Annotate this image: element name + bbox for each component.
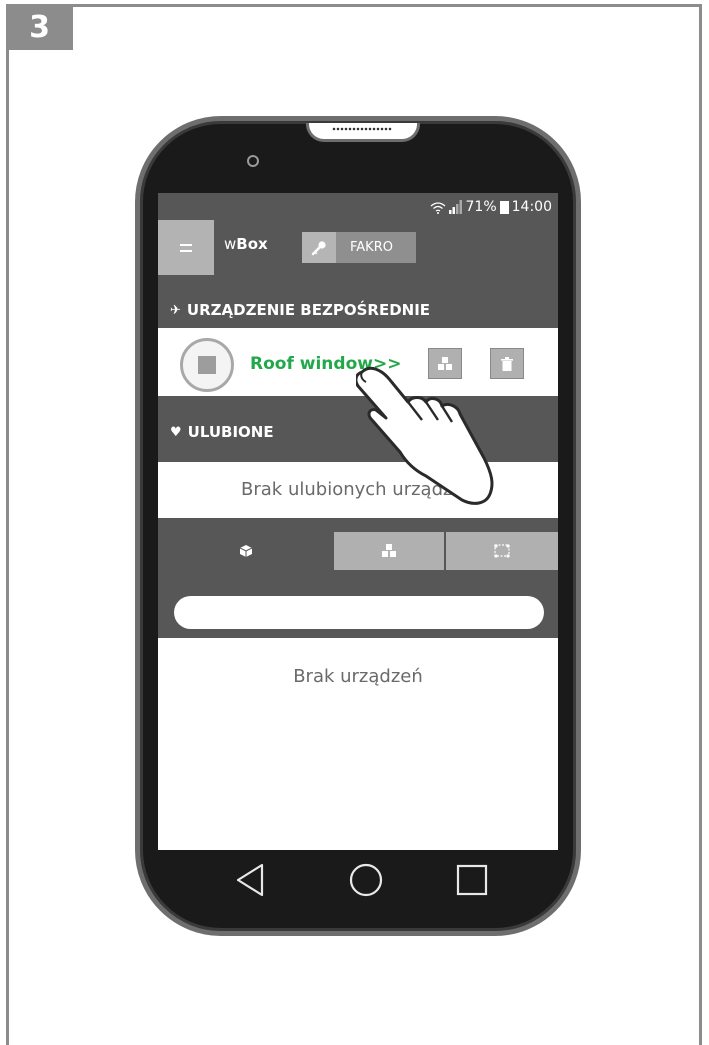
scene-icon [494, 544, 510, 558]
clock: 14:00 [511, 199, 552, 215]
status-bar: 71% 14:00 [430, 199, 552, 215]
wifi-icon [430, 202, 445, 214]
account-label: FAKRO [350, 240, 393, 255]
stop-icon [198, 356, 216, 374]
tap-hand-icon [356, 366, 494, 505]
hamburger-icon [180, 243, 192, 252]
cube-icon [239, 545, 252, 557]
step-number-badge: 3 [6, 4, 73, 50]
stop-button[interactable] [180, 338, 234, 392]
back-button[interactable] [230, 860, 270, 900]
app-header: 71% 14:00 wBox FAKRO ✈ URZĄDZENIE BEZPOŚ… [158, 193, 558, 328]
phone-screen: 71% 14:00 wBox FAKRO ✈ URZĄDZENIE BEZPOŚ… [158, 193, 558, 850]
recents-square-icon [456, 864, 488, 896]
android-nav-bar [158, 850, 558, 910]
key-icon [302, 232, 336, 263]
account-button[interactable]: FAKRO [302, 232, 416, 263]
battery-icon [499, 201, 509, 214]
direct-device-header: ✈ URZĄDZENIE BEZPOŚREDNIE [170, 301, 431, 319]
front-camera [247, 155, 259, 167]
menu-button[interactable] [158, 220, 214, 275]
speaker-grille [332, 126, 392, 132]
recents-button[interactable] [452, 860, 492, 900]
tab-scenes[interactable] [446, 532, 558, 570]
devices-empty-text: Brak urządzeń [293, 666, 423, 687]
back-triangle-icon [236, 863, 264, 897]
tab-groups[interactable] [334, 532, 444, 570]
tab-devices[interactable] [158, 532, 333, 570]
home-circle-icon [349, 863, 383, 897]
heart-icon: ♥ [170, 424, 182, 440]
devices-panel [158, 518, 558, 638]
pin-icon: ✈ [170, 302, 181, 318]
app-title: wBox [224, 235, 268, 253]
cubes-group-icon [382, 544, 396, 557]
battery-percent: 71% [465, 199, 497, 215]
home-button[interactable] [346, 860, 386, 900]
search-input[interactable] [174, 596, 544, 629]
signal-icon [448, 200, 462, 214]
